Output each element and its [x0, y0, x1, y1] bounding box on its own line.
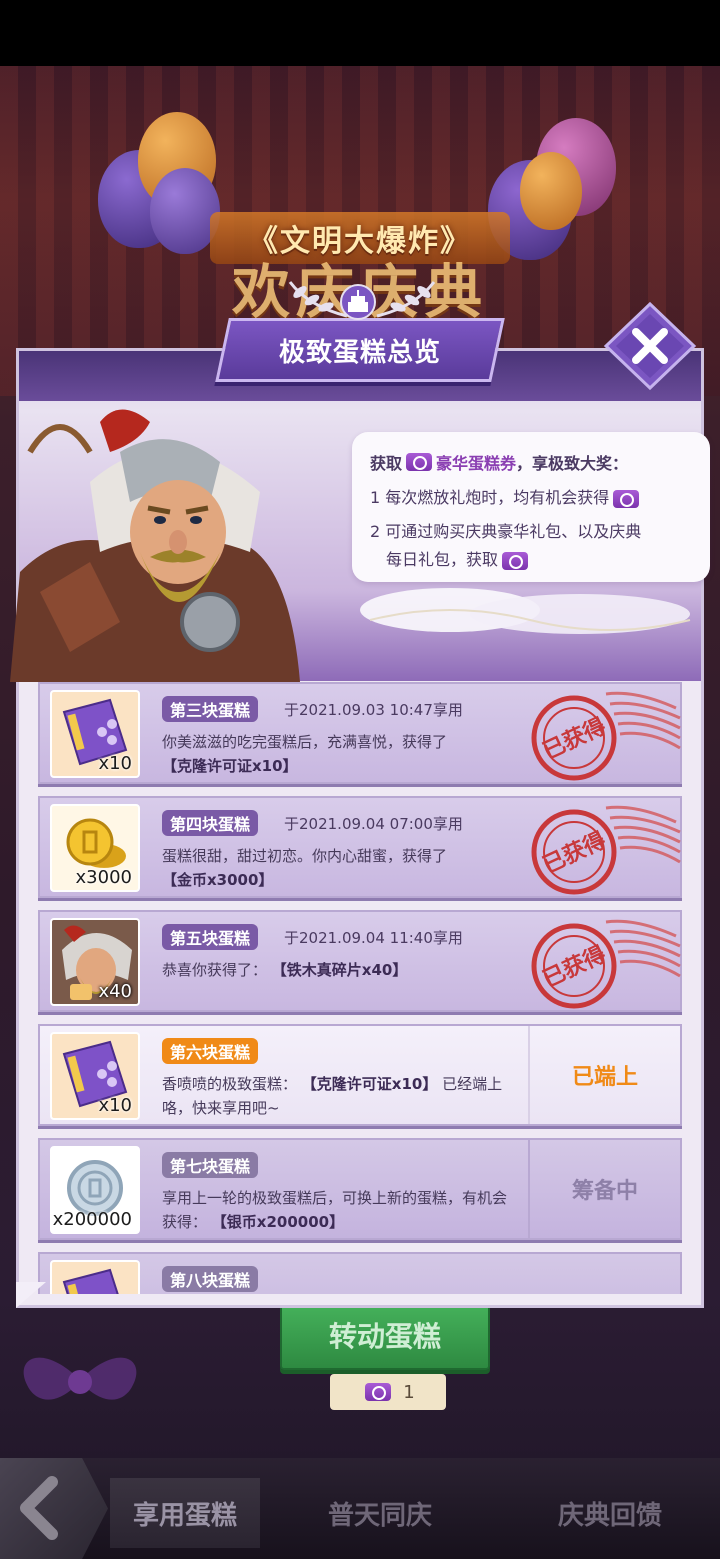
cake-tag: 第五块蛋糕 — [162, 924, 259, 950]
row-description-text: 蛋糕很甜，甜过初恋。你内心甜蜜，获得了 — [162, 847, 448, 865]
info-line-1: 1 每次燃放礼炮时，均有机会获得 — [370, 484, 696, 508]
spin-ticket-count: 1 — [330, 1374, 446, 1410]
reward-text: 【铁木真碎片x40】 — [271, 961, 408, 979]
info-heading: 获取 豪华蛋糕券 ，享极致大奖： — [370, 450, 696, 474]
info-line-2: 2 可通过购买庆典豪华礼包、以及庆典 — [370, 518, 696, 542]
cake-row-5[interactable]: x40 第五块蛋糕 于2021.09.04 11:40享用 恭喜你获得了： 【铁… — [38, 910, 682, 1012]
cake-ticket-icon — [502, 551, 529, 570]
row-description: 恭喜你获得了： 【铁木真碎片x40】 — [162, 958, 522, 982]
info-heading-suffix: ，享极致大奖： — [516, 454, 629, 473]
cake-row-6[interactable]: x10 第六块蛋糕 香喷喷的极致蛋糕： 【克隆许可证x10】 已经端上咯，快来享… — [38, 1024, 682, 1126]
reward-thumb: x3000 — [50, 804, 140, 892]
tab-enjoy-cake[interactable]: 享用蛋糕 — [110, 1478, 260, 1548]
cake-row-8[interactable]: 第八块蛋糕 — [38, 1252, 682, 1294]
tab-celebrate-together[interactable]: 普天同庆 — [300, 1478, 460, 1548]
row-description-text: 你美滋滋的吃完蛋糕后，充满喜悦，获得了 — [162, 733, 448, 751]
enjoy-time: 于2021.09.04 07:00享用 — [284, 815, 463, 833]
reward-thumb: x10 — [50, 690, 140, 778]
hero-portrait — [0, 392, 330, 682]
reward-text: 【银币x200000】 — [211, 1213, 345, 1231]
reward-thumb — [50, 1260, 140, 1294]
gift-ribbon-decoration — [0, 1320, 160, 1440]
reward-quantity: x40 — [98, 981, 132, 1002]
row-description-prefix: 香喷喷的极致蛋糕： — [162, 1075, 298, 1093]
obtained-stamp: 已获得 — [531, 805, 681, 895]
row-description: 你美滋滋的吃完蛋糕后，充满喜悦，获得了 【克隆许可证x10】 — [162, 730, 522, 778]
reward-quantity: x3000 — [75, 867, 132, 888]
reward-text: 【克隆许可证x10】 — [162, 757, 298, 775]
obtained-stamp: 已获得 — [531, 691, 681, 781]
reward-thumb: x40 — [50, 918, 140, 1006]
cake-list[interactable]: x10 第三块蛋糕 于2021.09.03 10:47享用 你美滋滋的吃完蛋糕后… — [38, 676, 684, 1294]
enjoy-time: 于2021.09.03 10:47享用 — [284, 701, 463, 719]
cake-status-preparing: 筹备中 — [528, 1140, 680, 1238]
info-line-2-text: 2 可通过购买庆典豪华礼包、以及庆典 — [370, 522, 642, 541]
balloon — [520, 152, 582, 230]
reward-quantity: x10 — [98, 753, 132, 774]
cake-tag: 第四块蛋糕 — [162, 810, 259, 836]
clone-license-icon — [62, 1268, 119, 1294]
reward-text: 【克隆许可证x10】 — [301, 1075, 438, 1093]
spin-count-value: 1 — [403, 1381, 415, 1403]
row-description: 香喷喷的极致蛋糕： 【克隆许可证x10】 已经端上咯，快来享用吧~ — [162, 1072, 522, 1120]
info-panel: 获取 豪华蛋糕券 ，享极致大奖： 1 每次燃放礼炮时，均有机会获得 2 可通过购… — [352, 432, 710, 582]
row-description: 享用上一轮的极致蛋糕后，可换上新的蛋糕，有机会获得： 【银币x200000】 — [162, 1186, 512, 1234]
cake-tag: 第八块蛋糕 — [162, 1266, 259, 1292]
spin-cake-button[interactable]: 转动蛋糕 — [280, 1300, 490, 1370]
tab-celebration-rewards[interactable]: 庆典回馈 — [530, 1478, 690, 1548]
close-x-icon — [603, 301, 697, 391]
info-line-1-text: 1 每次燃放礼炮时，均有机会获得 — [370, 488, 610, 507]
close-button[interactable] — [602, 300, 698, 392]
cake-ticket-icon — [613, 489, 640, 508]
cake-tag: 第三块蛋糕 — [162, 696, 259, 722]
info-heading-highlight: 豪华蛋糕券 — [436, 454, 517, 473]
cake-row-3[interactable]: x10 第三块蛋糕 于2021.09.03 10:47享用 你美滋滋的吃完蛋糕后… — [38, 682, 682, 784]
row-description: 蛋糕很甜，甜过初恋。你内心甜蜜，获得了 【金币x3000】 — [162, 844, 522, 892]
cake-tag: 第七块蛋糕 — [162, 1152, 259, 1178]
cake-tag: 第六块蛋糕 — [162, 1038, 259, 1064]
reward-text: 【金币x3000】 — [162, 871, 274, 889]
cake-ticket-icon — [406, 453, 433, 471]
cake-ticket-icon — [365, 1383, 392, 1401]
info-line-3-text: 每日礼包，获取 — [386, 550, 499, 569]
modal-title: 极致蛋糕总览 — [278, 337, 441, 368]
reward-quantity: x200000 — [52, 1209, 132, 1230]
info-line-3: 每日礼包，获取 — [370, 546, 696, 570]
info-heading-prefix: 获取 — [370, 454, 403, 473]
reward-quantity: x10 — [98, 1095, 132, 1116]
cake-status-served[interactable]: 已端上 — [528, 1026, 680, 1124]
cake-row-7[interactable]: x200000 第七块蛋糕 享用上一轮的极致蛋糕后，可换上新的蛋糕，有机会获得：… — [38, 1138, 682, 1240]
cake-row-4[interactable]: x3000 第四块蛋糕 于2021.09.04 07:00享用 蛋糕很甜，甜过初… — [38, 796, 682, 898]
scroll-corner-icon — [16, 1282, 46, 1308]
reward-thumb: x200000 — [50, 1146, 140, 1234]
reward-thumb: x10 — [50, 1032, 140, 1120]
enjoy-time: 于2021.09.04 11:40享用 — [284, 929, 463, 947]
obtained-stamp: 已获得 — [531, 919, 681, 1009]
row-description-text: 恭喜你获得了： — [162, 961, 268, 979]
